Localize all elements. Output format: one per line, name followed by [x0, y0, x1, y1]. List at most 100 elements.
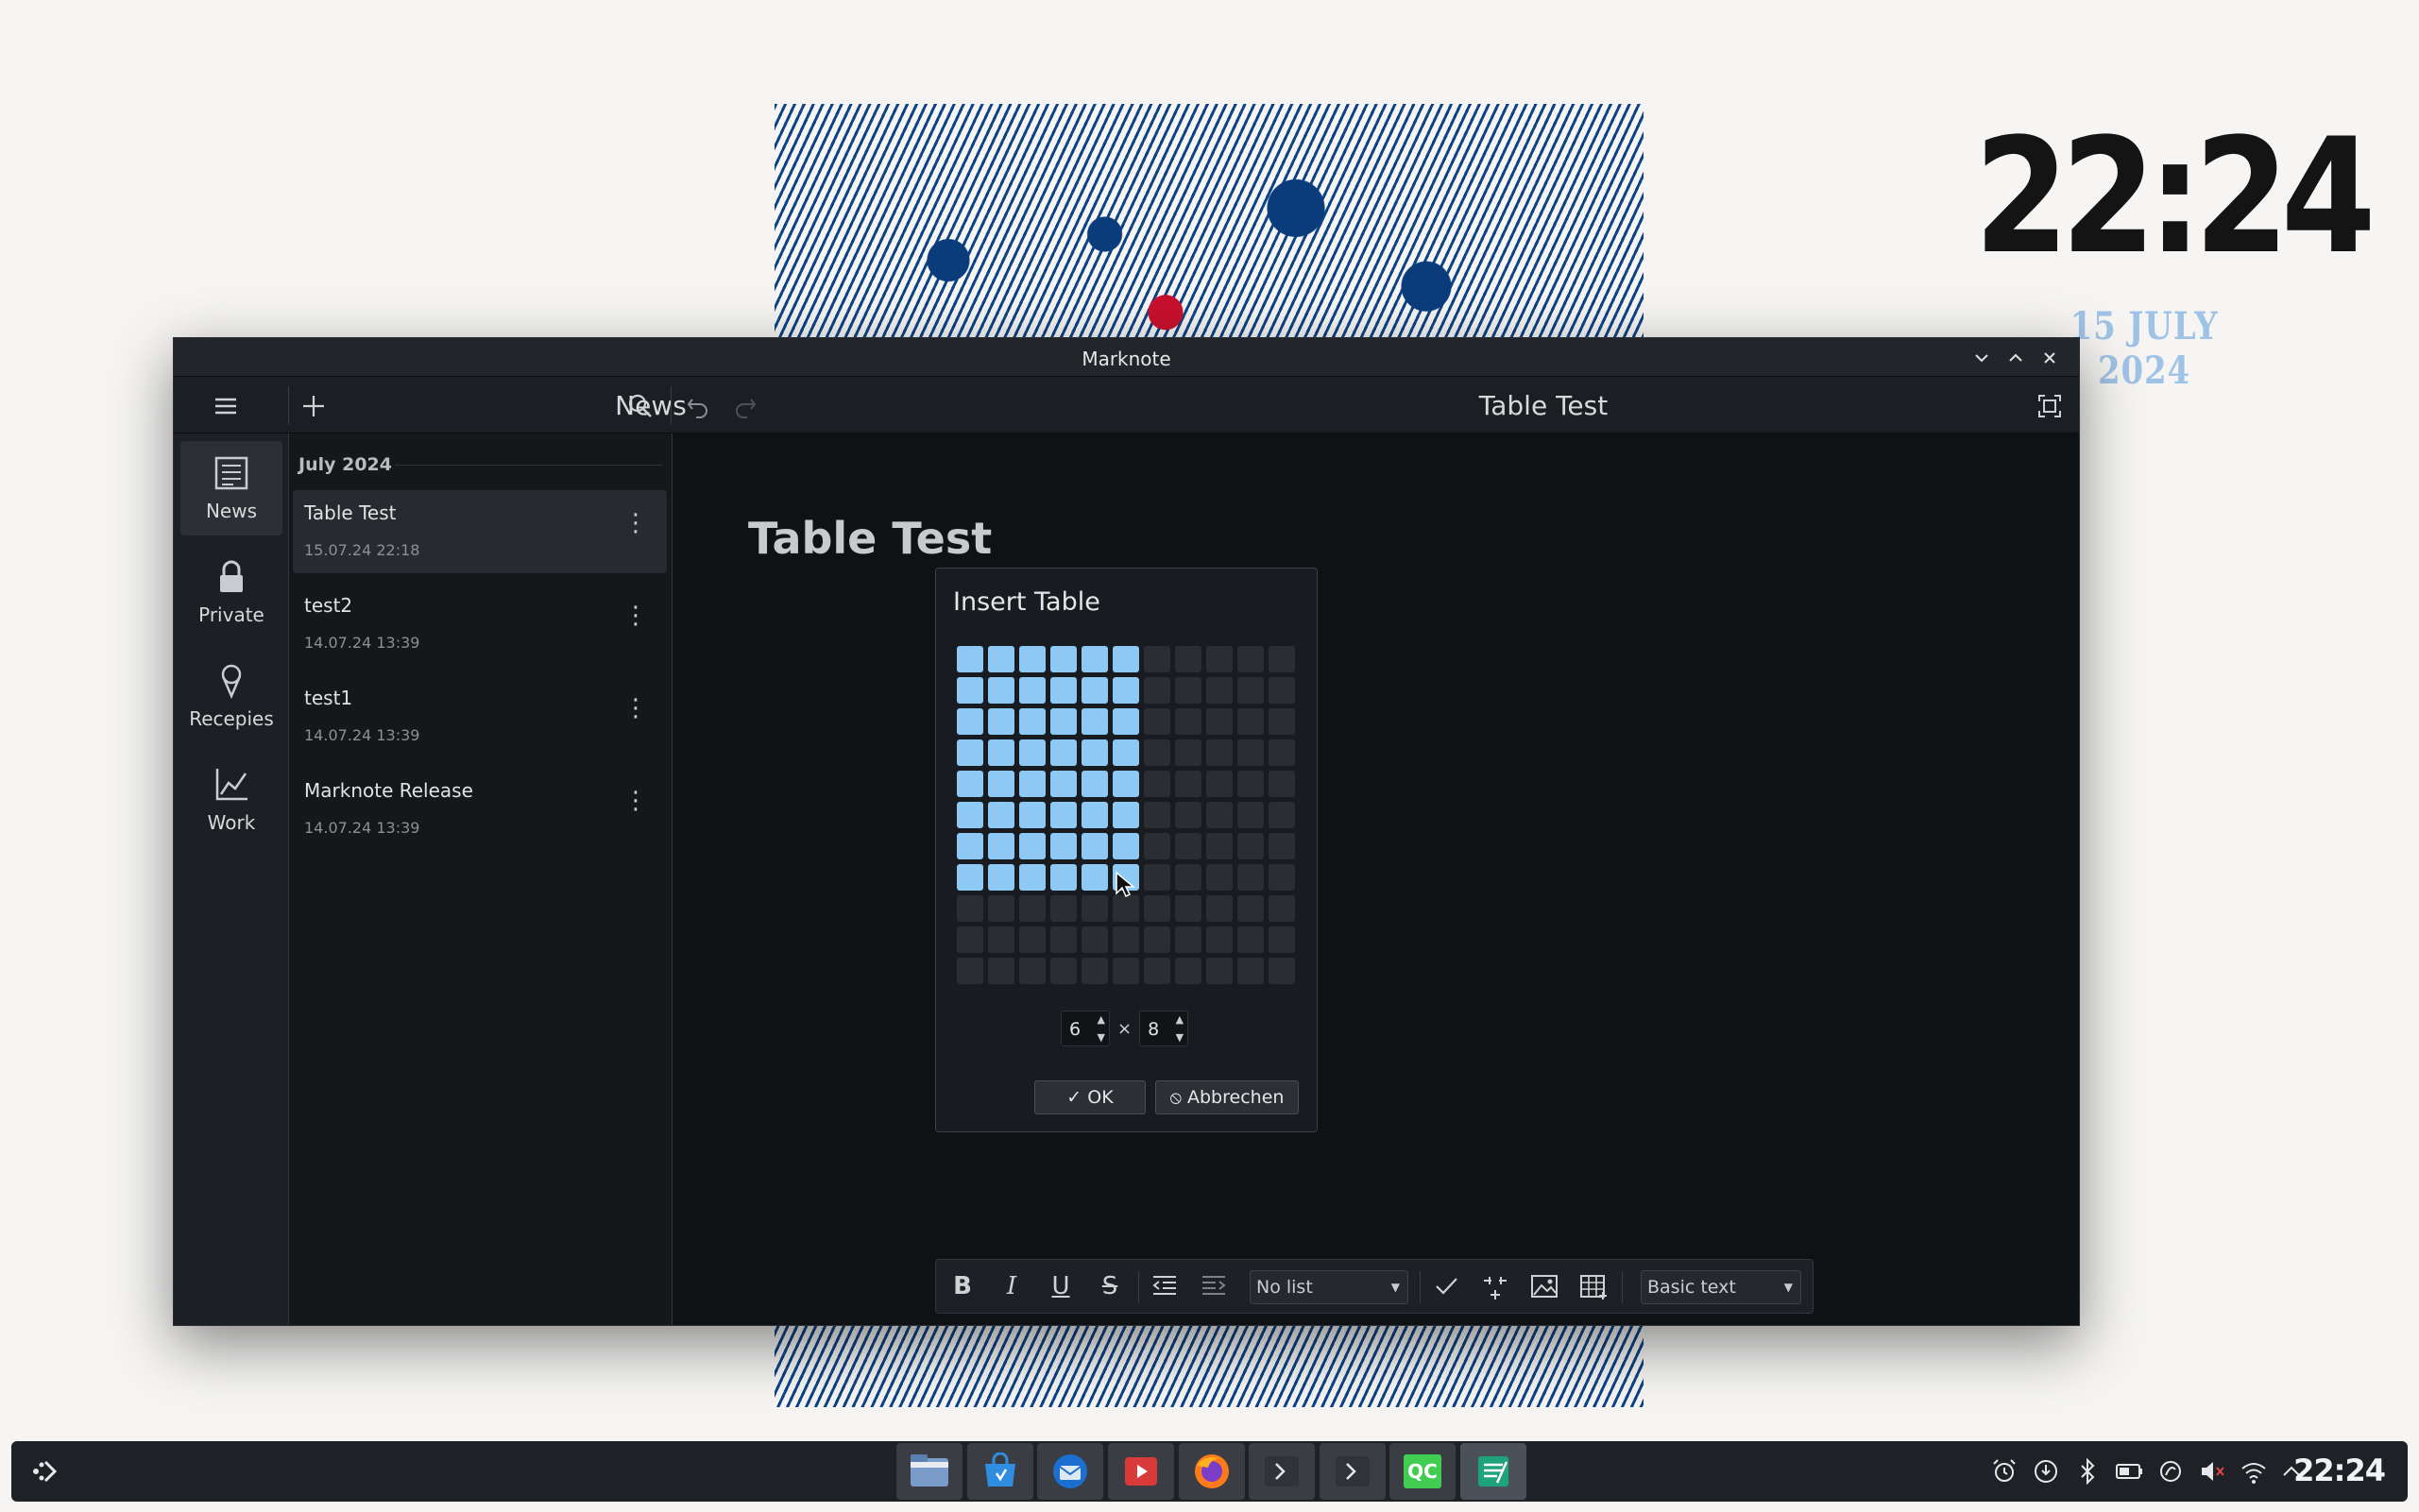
table-grid-cell[interactable]	[957, 926, 983, 953]
table-grid-cell[interactable]	[1237, 926, 1264, 953]
table-grid-cell[interactable]	[1019, 708, 1046, 735]
table-grid-cell[interactable]	[1206, 926, 1233, 953]
table-grid-cell[interactable]	[1050, 708, 1077, 735]
menu-button[interactable]	[212, 392, 240, 420]
task-terminal-2[interactable]	[1320, 1443, 1386, 1500]
insert-table-button[interactable]	[1576, 1269, 1610, 1303]
table-grid-cell[interactable]	[1050, 802, 1077, 828]
table-grid-cell[interactable]	[1019, 771, 1046, 797]
table-grid-cell[interactable]	[1237, 646, 1264, 672]
table-grid-cell[interactable]	[1113, 708, 1139, 735]
search-button[interactable]	[625, 391, 656, 421]
table-grid-cell[interactable]	[1113, 958, 1139, 984]
table-grid-cell[interactable]	[1019, 864, 1046, 891]
columns-value[interactable]: 6	[1069, 1019, 1081, 1040]
table-grid-cell[interactable]	[1113, 646, 1139, 672]
table-grid-cell[interactable]	[957, 677, 983, 704]
underline-button[interactable]: U	[1044, 1269, 1078, 1303]
table-grid-cell[interactable]	[1019, 958, 1046, 984]
table-grid-cell[interactable]	[1175, 926, 1201, 953]
table-grid-cell[interactable]	[1206, 958, 1233, 984]
table-grid-cell[interactable]	[1019, 895, 1046, 922]
table-grid-cell[interactable]	[1082, 864, 1108, 891]
table-grid-cell[interactable]	[1019, 646, 1046, 672]
window-titlebar[interactable]: Marknote	[174, 338, 2079, 377]
table-grid-cell[interactable]	[1237, 864, 1264, 891]
sidebar-item-private[interactable]: Private	[180, 545, 282, 639]
table-grid-cell[interactable]	[1269, 771, 1295, 797]
table-grid-cell[interactable]	[1237, 802, 1264, 828]
table-grid-cell[interactable]	[1113, 895, 1139, 922]
table-grid-cell[interactable]	[1082, 771, 1108, 797]
table-grid-cell[interactable]	[1144, 958, 1170, 984]
table-grid-cell[interactable]	[957, 895, 983, 922]
table-grid-cell[interactable]	[1019, 802, 1046, 828]
table-grid-cell[interactable]	[1082, 646, 1108, 672]
table-grid-cell[interactable]	[1050, 677, 1077, 704]
table-grid-cell[interactable]	[1269, 958, 1295, 984]
table-grid-cell[interactable]	[1175, 677, 1201, 704]
insert-link-button[interactable]	[1478, 1269, 1512, 1303]
table-grid-cell[interactable]	[957, 708, 983, 735]
table-grid-cell[interactable]	[1050, 739, 1077, 766]
table-grid-cell[interactable]	[1206, 708, 1233, 735]
indent-more-button[interactable]	[1197, 1269, 1231, 1303]
sidebar-item-recepies[interactable]: Recepies	[180, 649, 282, 743]
spin-up-icon[interactable]: ▲	[1176, 1013, 1184, 1026]
italic-button[interactable]: I	[995, 1269, 1029, 1303]
table-grid-cell[interactable]	[1269, 677, 1295, 704]
vpn-icon[interactable]	[2155, 1456, 2186, 1487]
add-note-button[interactable]	[299, 392, 328, 420]
table-grid-cell[interactable]	[1144, 771, 1170, 797]
table-grid-cell[interactable]	[988, 802, 1014, 828]
table-grid-cell[interactable]	[957, 646, 983, 672]
table-grid-cell[interactable]	[1144, 833, 1170, 859]
table-grid-cell[interactable]	[1082, 895, 1108, 922]
close-button[interactable]	[2037, 346, 2062, 370]
table-grid-cell[interactable]	[1050, 895, 1077, 922]
alarm-clock-icon[interactable]	[1989, 1456, 2019, 1487]
table-grid-cell[interactable]	[1237, 833, 1264, 859]
rows-value[interactable]: 8	[1148, 1019, 1159, 1040]
task-media-player[interactable]	[1108, 1443, 1174, 1500]
task-qt-creator[interactable]: QC	[1389, 1443, 1456, 1500]
table-grid-cell[interactable]	[988, 833, 1014, 859]
table-grid-cell[interactable]	[1237, 771, 1264, 797]
table-grid-cell[interactable]	[1082, 926, 1108, 953]
strikethrough-button[interactable]: S	[1093, 1269, 1127, 1303]
table-grid-cell[interactable]	[1206, 771, 1233, 797]
task-marknote[interactable]	[1460, 1443, 1526, 1500]
taskbar-clock[interactable]: 22:24	[2293, 1453, 2386, 1488]
table-grid-cell[interactable]	[1269, 802, 1295, 828]
columns-spinbox[interactable]: 6 ▲ ▼	[1061, 1011, 1110, 1046]
table-grid-cell[interactable]	[1269, 833, 1295, 859]
table-grid-cell[interactable]	[1082, 833, 1108, 859]
table-grid-cell[interactable]	[1144, 926, 1170, 953]
table-grid-cell[interactable]	[1175, 708, 1201, 735]
kebab-menu-icon[interactable]: ⋮	[623, 694, 648, 722]
table-grid-cell[interactable]	[957, 802, 983, 828]
table-grid-cell[interactable]	[988, 708, 1014, 735]
table-grid-cell[interactable]	[1237, 958, 1264, 984]
checklist-button[interactable]	[1429, 1269, 1463, 1303]
task-firefox[interactable]	[1179, 1443, 1245, 1500]
table-grid-cell[interactable]	[1082, 802, 1108, 828]
table-grid-cell[interactable]	[1206, 864, 1233, 891]
table-grid-cell[interactable]	[1175, 895, 1201, 922]
table-grid-cell[interactable]	[957, 958, 983, 984]
redo-button[interactable]	[731, 392, 759, 420]
table-grid-cell[interactable]	[1237, 677, 1264, 704]
task-terminal[interactable]	[1249, 1443, 1315, 1500]
table-grid-cell[interactable]	[1082, 708, 1108, 735]
table-grid-cell[interactable]	[1113, 739, 1139, 766]
text-style-select[interactable]: Basic text ▼	[1641, 1270, 1801, 1304]
table-grid-cell[interactable]	[988, 864, 1014, 891]
table-grid-cell[interactable]	[1269, 895, 1295, 922]
updates-icon[interactable]	[2031, 1456, 2061, 1487]
table-grid-cell[interactable]	[1269, 739, 1295, 766]
undo-button[interactable]	[684, 392, 712, 420]
table-grid-cell[interactable]	[1175, 833, 1201, 859]
table-grid-cell[interactable]	[1113, 926, 1139, 953]
spin-up-icon[interactable]: ▲	[1098, 1013, 1105, 1026]
list-item[interactable]: test1 14.07.24 13:39 ⋮	[293, 675, 667, 758]
